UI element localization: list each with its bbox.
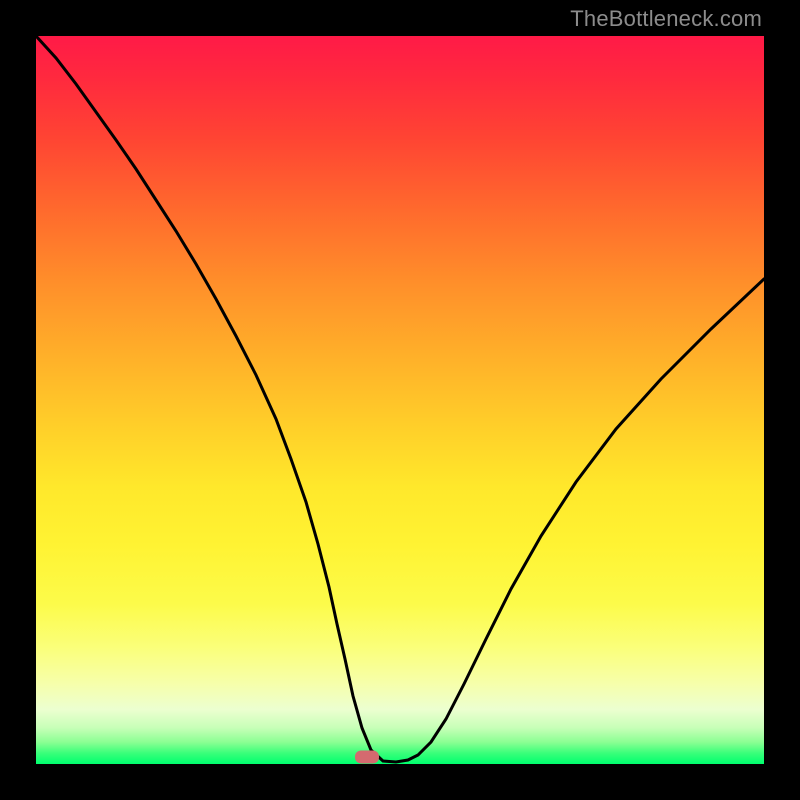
background-gradient: [36, 36, 764, 764]
chart-frame: TheBottleneck.com: [0, 0, 800, 800]
watermark-text: TheBottleneck.com: [570, 6, 762, 32]
plot-area: [36, 36, 764, 764]
